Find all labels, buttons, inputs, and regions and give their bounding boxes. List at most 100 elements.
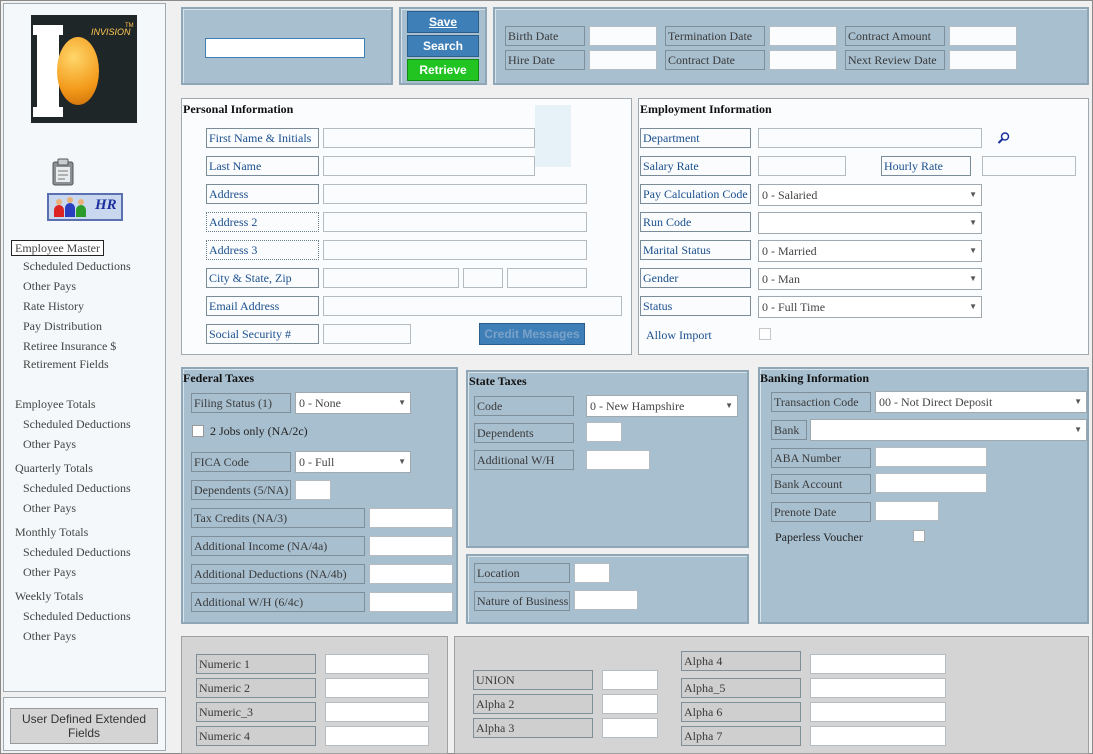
contract-amount-input[interactable] <box>949 26 1017 46</box>
nav-employee-totals-deductions[interactable]: Scheduled Deductions <box>23 417 131 432</box>
bank-account-input[interactable] <box>875 473 987 493</box>
prenote-date-input[interactable] <box>875 501 939 521</box>
search-button[interactable]: Search <box>407 35 479 57</box>
federal-additional-wh-input[interactable] <box>369 592 453 612</box>
status-select[interactable]: 0 - Full Time ▼ <box>758 296 982 318</box>
location-label: Location <box>474 563 570 583</box>
pay-calc-code-value: 0 - Salaried <box>762 188 818 202</box>
bank-account-label: Bank Account <box>771 474 871 494</box>
alpha-3-input[interactable] <box>602 718 658 738</box>
birth-date-input[interactable] <box>589 26 657 46</box>
nav-employee-totals-other-pays[interactable]: Other Pays <box>23 437 76 452</box>
additional-deductions-input[interactable] <box>369 564 453 584</box>
hourly-rate-input[interactable] <box>982 156 1076 176</box>
nav-scheduled-deductions[interactable]: Scheduled Deductions <box>23 259 131 274</box>
next-review-date-input[interactable] <box>949 50 1017 70</box>
numeric-2-input[interactable] <box>325 678 429 698</box>
nav-monthly-deductions[interactable]: Scheduled Deductions <box>23 545 131 560</box>
alpha-5-label: Alpha_5 <box>681 678 801 698</box>
nav-employee-totals[interactable]: Employee Totals <box>15 397 96 412</box>
alpha-7-label: Alpha 7 <box>681 726 801 746</box>
location-input[interactable] <box>574 563 610 583</box>
contract-date-input[interactable] <box>769 50 837 70</box>
hire-date-input[interactable] <box>589 50 657 70</box>
address-input[interactable] <box>323 184 587 204</box>
city-state-zip-label: City & State, Zip <box>206 268 319 288</box>
hourly-rate-label: Hourly Rate <box>881 156 971 176</box>
magnifier-icon[interactable] <box>997 131 1011 145</box>
additional-income-input[interactable] <box>369 536 453 556</box>
federal-dependents-input[interactable] <box>295 480 331 500</box>
gender-label: Gender <box>640 268 751 288</box>
filing-status-select[interactable]: 0 - None ▼ <box>295 392 411 414</box>
fica-code-select[interactable]: 0 - Full ▼ <box>295 451 411 473</box>
chevron-down-icon: ▼ <box>1074 397 1082 406</box>
alpha-6-input[interactable] <box>810 702 946 722</box>
address3-input[interactable] <box>323 240 587 260</box>
numeric-3-input[interactable] <box>325 702 429 722</box>
nav-weekly-other-pays[interactable]: Other Pays <box>23 629 76 644</box>
credit-messages-button[interactable]: Credit Messages <box>479 323 585 345</box>
fica-code-label: FICA Code <box>191 452 291 472</box>
salary-rate-label: Salary Rate <box>640 156 751 176</box>
department-input[interactable] <box>758 128 982 148</box>
nav-pay-distribution[interactable]: Pay Distribution <box>23 319 102 334</box>
transaction-code-select[interactable]: 00 - Not Direct Deposit ▼ <box>875 391 1087 413</box>
address2-input[interactable] <box>323 212 587 232</box>
state-code-select[interactable]: 0 - New Hampshire ▼ <box>586 395 738 417</box>
ssn-input[interactable] <box>323 324 411 344</box>
nav-monthly-other-pays[interactable]: Other Pays <box>23 565 76 580</box>
nav-weekly-totals[interactable]: Weekly Totals <box>15 589 83 604</box>
nav-monthly-totals[interactable]: Monthly Totals <box>15 525 88 540</box>
alpha-2-input[interactable] <box>602 694 658 714</box>
paperless-voucher-checkbox[interactable] <box>913 530 925 542</box>
retrieve-button[interactable]: Retrieve <box>407 59 479 81</box>
pay-calc-code-select[interactable]: 0 - Salaried ▼ <box>758 184 982 206</box>
nav-retiree-insurance[interactable]: Retiree Insurance $ <box>23 339 116 354</box>
paperless-voucher-label: Paperless Voucher <box>775 530 863 544</box>
marital-status-select[interactable]: 0 - Married ▼ <box>758 240 982 262</box>
hr-badge-icon[interactable]: HR <box>47 193 123 221</box>
save-button[interactable]: Save <box>407 11 479 33</box>
nav-quarterly-other-pays[interactable]: Other Pays <box>23 501 76 516</box>
alpha-7-input[interactable] <box>810 726 946 746</box>
union-input[interactable] <box>602 670 658 690</box>
alpha-5-input[interactable] <box>810 678 946 698</box>
clipboard-icon[interactable] <box>51 158 75 186</box>
nav-other-pays[interactable]: Other Pays <box>23 279 76 294</box>
employment-info-title: Employment Information <box>640 102 772 116</box>
last-name-input[interactable] <box>323 156 535 176</box>
aba-number-input[interactable] <box>875 447 987 467</box>
numeric-1-input[interactable] <box>325 654 429 674</box>
user-defined-fields-button[interactable]: User Defined Extended Fields <box>10 708 158 744</box>
state-input[interactable] <box>463 268 503 288</box>
first-name-input[interactable] <box>323 128 535 148</box>
alpha-4-input[interactable] <box>810 654 946 674</box>
salary-rate-input[interactable] <box>758 156 846 176</box>
nav-quarterly-deductions[interactable]: Scheduled Deductions <box>23 481 131 496</box>
state-additional-wh-input[interactable] <box>586 450 650 470</box>
gender-select[interactable]: 0 - Man ▼ <box>758 268 982 290</box>
tax-credits-input[interactable] <box>369 508 453 528</box>
numeric-4-input[interactable] <box>325 726 429 746</box>
nav-rate-history[interactable]: Rate History <box>23 299 84 314</box>
status-label: Status <box>640 296 751 316</box>
contract-amount-label: Contract Amount <box>845 26 945 46</box>
nav-weekly-deductions[interactable]: Scheduled Deductions <box>23 609 131 624</box>
email-input[interactable] <box>323 296 622 316</box>
nature-of-business-input[interactable] <box>574 590 638 610</box>
search-input[interactable] <box>205 38 365 58</box>
two-jobs-checkbox[interactable] <box>192 425 204 437</box>
zip-input[interactable] <box>507 268 587 288</box>
run-code-select[interactable]: ▼ <box>758 212 982 234</box>
city-input[interactable] <box>323 268 459 288</box>
state-dependents-input[interactable] <box>586 422 622 442</box>
allow-import-checkbox[interactable] <box>759 328 771 340</box>
termination-date-input[interactable] <box>769 26 837 46</box>
nav-employee-master[interactable]: Employee Master <box>11 240 104 256</box>
nav-retirement-fields[interactable]: Retirement Fields <box>23 357 109 372</box>
nav-quarterly-totals[interactable]: Quarterly Totals <box>15 461 93 476</box>
additional-income-label: Additional Income (NA/4a) <box>191 536 365 556</box>
termination-date-label: Termination Date <box>665 26 765 46</box>
bank-select[interactable]: ▼ <box>810 419 1087 441</box>
